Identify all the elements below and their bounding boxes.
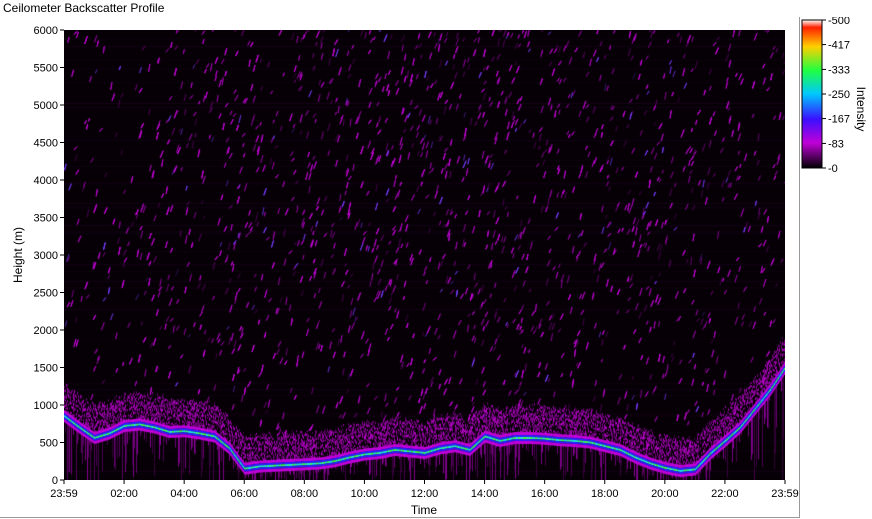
y-tick-label: 5500 bbox=[34, 63, 58, 75]
y-axis-label: Height (m) bbox=[11, 227, 25, 283]
x-tick-label: 02:00 bbox=[110, 488, 138, 500]
y-tick-label: 2500 bbox=[34, 288, 58, 300]
colorbar-tick-label: -333 bbox=[828, 64, 850, 76]
x-tick-label: 16:00 bbox=[531, 488, 559, 500]
x-tick-label: 22:00 bbox=[711, 488, 739, 500]
colorbar-ticks: -0 -83 -167 -250 -333 -417 -500 bbox=[822, 17, 850, 175]
x-tick-label: 04:00 bbox=[170, 488, 198, 500]
backscatter-plot: 0 500 1000 1500 2000 2500 3000 3500 4000 4500 5000… bbox=[11, 25, 799, 517]
x-tick-label: 14:00 bbox=[471, 488, 499, 500]
y-tick-label: 4500 bbox=[34, 138, 58, 150]
colorbar-tick-label: -500 bbox=[828, 17, 850, 27]
colorbar-label: Intensity bbox=[854, 87, 868, 132]
y-tick-label: 500 bbox=[40, 438, 58, 450]
x-tick-label: 23:59 bbox=[50, 488, 78, 500]
heatmap-canvas bbox=[64, 30, 785, 480]
y-axis: 0 500 1000 1500 2000 2500 3000 3500 4000 4500 5000… bbox=[34, 25, 64, 487]
colorbar-tick-label: -417 bbox=[828, 40, 850, 52]
y-tick-label: 1500 bbox=[34, 363, 58, 375]
x-axis: 23:59 02:00 04:00 06:00 08:00 10:00 12:00 14:00… bbox=[50, 480, 799, 500]
colorbar-tick-label: -167 bbox=[828, 114, 850, 126]
colorbar-tick-label: -83 bbox=[828, 138, 844, 150]
y-tick-label: 6000 bbox=[34, 25, 58, 37]
colorbar-gradient bbox=[801, 19, 823, 169]
x-tick-label: 06:00 bbox=[230, 488, 258, 500]
x-tick-label: 23:59 bbox=[771, 488, 799, 500]
y-tick-label: 5000 bbox=[34, 100, 58, 112]
y-tick-label: 4000 bbox=[34, 175, 58, 187]
chart-panel: 0 500 1000 1500 2000 2500 3000 3500 4000 4500 5000… bbox=[0, 17, 800, 518]
chart-title: Ceilometer Backscatter Profile bbox=[3, 1, 165, 15]
x-tick-label: 10:00 bbox=[351, 488, 379, 500]
x-tick-label: 08:00 bbox=[291, 488, 319, 500]
colorbar-tick-label: -0 bbox=[828, 163, 838, 175]
x-tick-label: 20:00 bbox=[651, 488, 679, 500]
y-tick-label: 0 bbox=[52, 475, 58, 487]
x-tick-label: 18:00 bbox=[591, 488, 619, 500]
x-tick-label: 12:00 bbox=[411, 488, 439, 500]
x-axis-label: Time bbox=[411, 503, 438, 517]
y-tick-label: 2000 bbox=[34, 325, 58, 337]
y-tick-label: 3000 bbox=[34, 250, 58, 262]
y-tick-label: 3500 bbox=[34, 213, 58, 225]
y-tick-label: 1000 bbox=[34, 400, 58, 412]
colorbar-tick-label: -250 bbox=[828, 89, 850, 101]
colorbar: -0 -83 -167 -250 -333 -417 -500 Intensity bbox=[801, 17, 868, 175]
